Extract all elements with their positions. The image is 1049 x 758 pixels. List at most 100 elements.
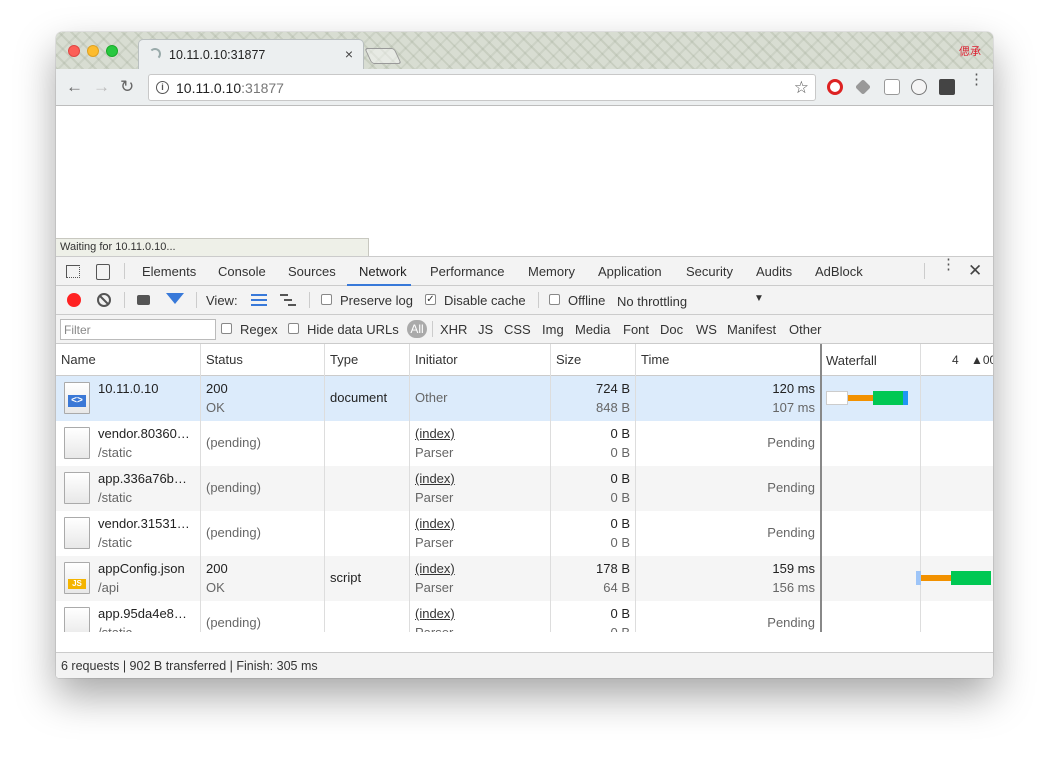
tab-close-icon[interactable]: × (345, 46, 353, 62)
initiator-link[interactable]: (index) (415, 471, 455, 486)
resource-size: 848 B (596, 400, 630, 415)
initiator-link[interactable]: (index) (415, 516, 455, 531)
preserve-log-checkbox[interactable] (321, 294, 332, 305)
filter-js[interactable]: JS (478, 322, 493, 337)
throttling-select[interactable]: No throttling (617, 294, 687, 309)
file-type-label: <> (68, 395, 86, 407)
filter-input[interactable] (60, 319, 216, 340)
filter-xhr[interactable]: XHR (440, 322, 467, 337)
file-type-label: JS (68, 579, 86, 589)
browser-window: 10.11.0.10:31877 × 偲承 ← → ↻ i 10.11.0.10… (56, 32, 993, 678)
filter-manifest[interactable]: Manifest (727, 322, 776, 337)
network-toolbar: View: Preserve log ✓ Disable cache Offli… (56, 286, 993, 315)
transfer-size: 0 B (610, 471, 630, 486)
filter-font[interactable]: Font (623, 322, 649, 337)
more-options-icon[interactable]: ⋮ (941, 257, 956, 272)
initiator-text: Other (415, 390, 448, 405)
column-type[interactable]: Type (325, 344, 410, 376)
filter-media[interactable]: Media (575, 322, 610, 337)
file-icon (64, 427, 90, 459)
device-toolbar-icon[interactable] (96, 264, 110, 280)
filter-doc[interactable]: Doc (660, 322, 683, 337)
resource-size: 0 B (610, 535, 630, 550)
filter-css[interactable]: CSS (504, 322, 531, 337)
overview-icon[interactable] (280, 294, 296, 306)
column-waterfall[interactable]: Waterfall (821, 344, 921, 376)
column-size[interactable]: Size (551, 344, 636, 376)
name-cell: app.95da4e8… /static (56, 601, 201, 632)
size-cell: 178 B 64 B (551, 556, 636, 601)
book-extension-icon[interactable] (884, 79, 900, 95)
divider (124, 292, 125, 308)
browser-tab[interactable]: 10.11.0.10:31877 × (138, 39, 364, 69)
transfer-size: 724 B (596, 381, 630, 396)
large-rows-icon[interactable] (251, 294, 267, 306)
table-row[interactable]: <> 10.11.0.10 200 OK document Other 724 B 848 B… (56, 376, 993, 421)
table-row[interactable]: JS appConfig.json/api 200 OK script (index) Pa… (56, 556, 993, 601)
initiator-link[interactable]: (index) (415, 606, 455, 621)
hide-data-urls-checkbox[interactable] (288, 323, 299, 334)
offline-checkbox[interactable] (549, 294, 560, 305)
profile-button[interactable]: 偲承 (959, 43, 981, 59)
offline-label: Offline (568, 293, 606, 308)
new-tab-button[interactable] (364, 48, 402, 64)
filter-all-button[interactable]: All (407, 320, 427, 338)
table-row[interactable]: app.336a76b… /static (pending) (index) Parse… (56, 466, 993, 511)
tab-network[interactable]: Network (359, 264, 407, 279)
column-time[interactable]: Time (636, 344, 821, 376)
react-devtools-icon[interactable] (911, 79, 927, 95)
initiator-link[interactable]: (index) (415, 561, 455, 576)
tab-performance[interactable]: Performance (430, 264, 504, 279)
back-button[interactable]: ← (66, 77, 83, 97)
request-name: appConfig.json (98, 561, 185, 576)
close-window-button[interactable] (68, 45, 80, 57)
size-cell: 0 B0 B (551, 511, 636, 556)
disable-cache-checkbox[interactable]: ✓ (425, 294, 436, 305)
regex-checkbox[interactable] (221, 323, 232, 334)
info-icon[interactable]: i (156, 81, 169, 94)
capture-screenshots-icon[interactable] (137, 295, 150, 305)
loading-spinner-icon (149, 48, 161, 60)
filter-ws[interactable]: WS (696, 322, 717, 337)
status-cell: (pending) (201, 601, 325, 632)
devtools-tab-bar: Elements Console Sources Network Perform… (56, 257, 993, 286)
table-row[interactable]: app.95da4e8… /static (pending) (index) Parse… (56, 601, 993, 632)
opera-extension-icon[interactable] (827, 79, 843, 95)
filter-other[interactable]: Other (789, 322, 822, 337)
clear-icon[interactable] (97, 293, 111, 307)
initiator-link[interactable]: (index) (415, 426, 455, 441)
tab-adblock[interactable]: AdBlock (815, 264, 863, 279)
column-initiator[interactable]: Initiator (410, 344, 551, 376)
inspect-element-icon[interactable] (66, 265, 80, 278)
column-status[interactable]: Status (201, 344, 325, 376)
column-name[interactable]: Name (56, 344, 201, 376)
tab-application[interactable]: Application (598, 264, 662, 279)
filter-icon[interactable] (166, 293, 184, 304)
tab-audits[interactable]: Audits (756, 264, 792, 279)
robot-extension-icon[interactable] (939, 79, 955, 95)
tab-elements[interactable]: Elements (142, 264, 196, 279)
close-devtools-icon[interactable]: ✕ (968, 261, 982, 281)
tab-console[interactable]: Console (218, 264, 266, 279)
waterfall-divider[interactable] (820, 344, 822, 632)
address-bar[interactable]: i 10.11.0.10:31877 ☆ (148, 74, 816, 101)
hide-data-urls-label: Hide data URLs (307, 322, 399, 337)
tab-memory[interactable]: Memory (528, 264, 575, 279)
forward-button[interactable]: → (93, 77, 110, 97)
bookmark-star-icon[interactable]: ☆ (794, 78, 809, 98)
tab-sources[interactable]: Sources (288, 264, 336, 279)
url-text[interactable]: 10.11.0.10:31877 (176, 80, 284, 96)
browser-menu-icon[interactable]: ⋮ (969, 72, 984, 87)
diamond-extension-icon[interactable] (855, 79, 871, 95)
table-row[interactable]: vendor.80360… /static (pending) (index) Pars… (56, 421, 993, 466)
tab-security[interactable]: Security (686, 264, 733, 279)
reload-button[interactable]: ↻ (120, 77, 134, 97)
wf-waiting-bar (921, 575, 951, 581)
record-button[interactable] (67, 293, 81, 307)
minimize-window-button[interactable] (87, 45, 99, 57)
table-row[interactable]: vendor.31531… /static (pending) (index) Pars… (56, 511, 993, 556)
size-cell: 0 B0 B (551, 466, 636, 511)
maximize-window-button[interactable] (106, 45, 118, 57)
filter-img[interactable]: Img (542, 322, 564, 337)
dropdown-arrow-icon[interactable]: ▼ (754, 293, 764, 304)
